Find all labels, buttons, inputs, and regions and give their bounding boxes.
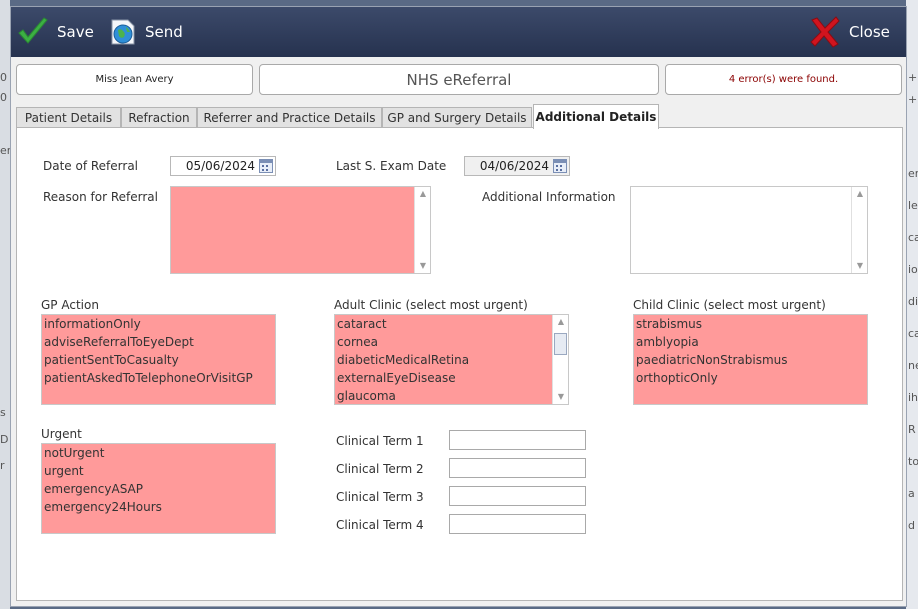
error-summary[interactable]: 4 error(s) were found. [665,64,902,95]
list-item[interactable]: informationOnly [42,315,275,333]
globe-icon [111,19,135,45]
background-text-fragment: R [908,423,916,436]
tab-additional-details[interactable]: Additional Details [533,104,659,129]
last-exam-date-label: Last S. Exam Date [336,159,447,173]
background-text-fragment: io [908,263,918,276]
reason-scrollbar[interactable]: ▲ ▼ [414,187,430,273]
background-text-fragment: er [908,167,918,180]
list-item[interactable]: patientSentToCasualty [42,351,275,369]
clinical-term-4-input[interactable] [449,514,586,534]
list-item[interactable]: paediatricNonStrabismus [634,351,867,369]
gp-action-label: GP Action [41,298,99,312]
send-button[interactable]: Send [109,15,183,49]
tab-referrer-and-practice-details[interactable]: Referrer and Practice Details [197,107,382,128]
background-text-fragment: to [908,455,918,468]
adult-clinic-listbox[interactable]: cataract cornea diabeticMedicalRetina ex… [334,314,569,405]
save-button[interactable]: Save [17,15,94,49]
background-text-fragment: 0 [0,71,7,84]
form-title: NHS eReferral [259,64,659,95]
additional-information-textarea[interactable]: ▲ ▼ [630,186,868,274]
background-text-fragment: ca [908,231,918,244]
reason-for-referral-label: Reason for Referral [43,190,158,204]
clinical-term-2-input[interactable] [449,458,586,478]
list-item[interactable]: emergency24Hours [42,498,275,516]
list-item[interactable]: diabeticMedicalRetina [335,351,568,369]
background-text-fragment: ca [908,327,918,340]
background-text-fragment: r [0,459,5,472]
additional-info-scrollbar[interactable]: ▲ ▼ [851,187,867,273]
clinical-term-1-label: Clinical Term 1 [336,434,424,448]
background-text-fragment: le [908,199,918,212]
gp-action-listbox[interactable]: informationOnly adviseReferralToEyeDept … [41,314,276,405]
adult-clinic-label: Adult Clinic (select most urgent) [334,298,528,312]
scroll-thumb[interactable] [554,333,567,355]
scroll-down-icon[interactable]: ▼ [417,261,429,271]
list-item[interactable]: externalEyeDisease [335,369,568,387]
background-text-fragment: 0 [0,91,7,104]
background-text-fragment: + [908,71,918,84]
scroll-up-icon[interactable]: ▲ [555,317,567,327]
date-of-referral-label: Date of Referral [43,159,139,173]
reason-for-referral-textarea[interactable]: ▲ ▼ [170,186,431,274]
additional-information-label: Additional Information [482,190,616,204]
tab-refraction[interactable]: Refraction [121,107,197,128]
clinical-term-3-label: Clinical Term 3 [336,490,424,504]
additional-details-panel: Date of Referral 05/06/2024 Last S. Exam… [16,127,903,601]
tab-gp-and-surgery-details[interactable]: GP and Surgery Details [382,107,532,128]
background-text-fragment: a [908,487,915,500]
background-text-fragment: di [908,295,918,308]
last-exam-date-field[interactable]: 04/06/2024 [464,156,570,176]
background-text-fragment: ne [908,359,918,372]
list-item[interactable]: cornea [335,333,568,351]
dialog-toolbar: Save Send Close [11,7,906,57]
adult-clinic-scrollbar[interactable]: ▲ ▼ [552,315,568,404]
patient-name-box: Miss Jean Avery [16,64,253,95]
background-text-fragment: d [908,519,915,532]
background-text-fragment: + [908,93,918,106]
scroll-down-icon[interactable]: ▼ [555,392,567,402]
urgent-listbox[interactable]: notUrgent urgent emergencyASAP emergency… [41,443,276,534]
list-item[interactable]: notUrgent [42,444,275,462]
calendar-icon[interactable] [553,159,567,173]
clinical-term-1-input[interactable] [449,430,586,450]
background-text-fragment: D [0,433,9,446]
date-of-referral-field[interactable]: 05/06/2024 [170,156,276,176]
green-checkmark-icon [18,17,48,44]
list-item[interactable]: strabismus [634,315,867,333]
list-item[interactable]: amblyopia [634,333,867,351]
scroll-up-icon[interactable]: ▲ [854,189,866,199]
list-item[interactable]: urgent [42,462,275,480]
tab-strip: Patient Details Refraction Referrer and … [16,104,906,129]
nhs-ereferral-dialog: Save Send Close Miss Jean Avery NHS eRef… [10,6,907,607]
list-item[interactable]: glaucoma [335,387,568,404]
list-item[interactable]: emergencyASAP [42,480,275,498]
scroll-down-icon[interactable]: ▼ [854,261,866,271]
send-button-label: Send [145,23,183,41]
date-of-referral-value: 05/06/2024 [185,159,255,173]
close-button-label: Close [849,23,890,41]
calendar-icon[interactable] [259,159,273,173]
save-button-label: Save [57,23,94,41]
list-item[interactable]: orthopticOnly [634,369,867,387]
child-clinic-listbox[interactable]: strabismus amblyopia paediatricNonStrabi… [633,314,868,405]
list-item[interactable]: cataract [335,315,568,333]
clinical-term-2-label: Clinical Term 2 [336,462,424,476]
list-item[interactable]: adviseReferralToEyeDept [42,333,275,351]
clinical-term-3-input[interactable] [449,486,586,506]
child-clinic-label: Child Clinic (select most urgent) [633,298,826,312]
scroll-up-icon[interactable]: ▲ [417,189,429,199]
last-exam-date-value: 04/06/2024 [479,159,549,173]
clinical-term-4-label: Clinical Term 4 [336,518,424,532]
background-text-fragment: ih [908,391,918,404]
urgent-label: Urgent [41,427,82,441]
list-item[interactable]: patientAskedToTelephoneOrVisitGP [42,369,275,387]
tab-patient-details[interactable]: Patient Details [16,107,121,128]
close-button[interactable]: Close [809,15,890,49]
background-text-fragment: s [0,406,6,419]
red-x-icon [810,16,840,48]
